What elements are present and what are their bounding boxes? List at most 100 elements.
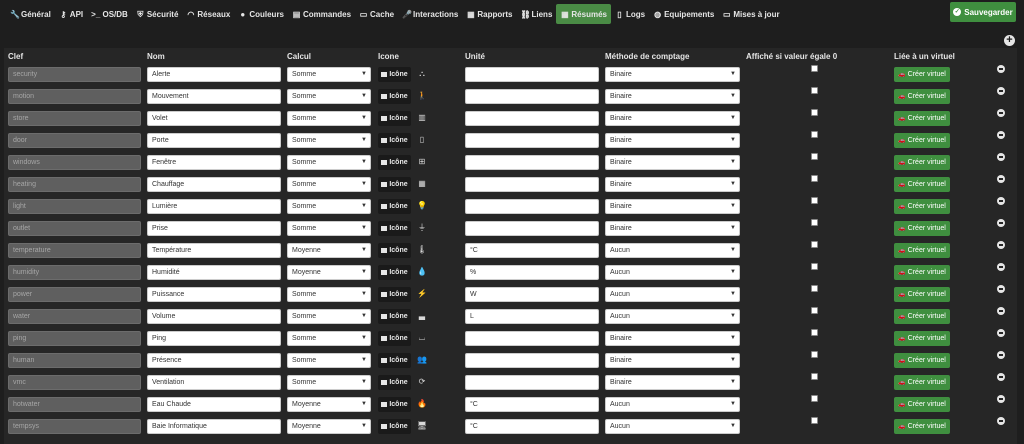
calc-select[interactable]: Somme ▼ — [287, 89, 371, 104]
count-mode-select[interactable]: Binaire ▼ — [605, 177, 740, 192]
calc-select[interactable]: Moyenne ▼ — [287, 243, 371, 258]
unit-input[interactable] — [465, 67, 599, 82]
create-virtual-button[interactable]: 🚗 Créer virtuel — [894, 309, 950, 324]
remove-row-icon[interactable] — [997, 131, 1005, 139]
remove-row-icon[interactable] — [997, 65, 1005, 73]
unit-input[interactable] — [465, 221, 599, 236]
count-mode-select[interactable]: Aucun ▼ — [605, 397, 740, 412]
create-virtual-button[interactable]: 🚗 Créer virtuel — [894, 89, 950, 104]
remove-row-icon[interactable] — [997, 175, 1005, 183]
name-input[interactable]: Fenêtre — [147, 155, 281, 170]
calc-select[interactable]: Somme ▼ — [287, 287, 371, 302]
count-mode-select[interactable]: Binaire ▼ — [605, 375, 740, 390]
create-virtual-button[interactable]: 🚗 Créer virtuel — [894, 287, 950, 302]
remove-row-icon[interactable] — [997, 263, 1005, 271]
remove-row-icon[interactable] — [997, 197, 1005, 205]
calc-select[interactable]: Somme ▼ — [287, 375, 371, 390]
tab-8[interactable]: 🎤 Interactions — [398, 4, 462, 24]
create-virtual-button[interactable]: 🚗 Créer virtuel — [894, 221, 950, 236]
count-mode-select[interactable]: Binaire ▼ — [605, 133, 740, 148]
choose-icon-button[interactable]: Icône — [378, 331, 411, 346]
name-input[interactable]: Ping — [147, 331, 281, 346]
remove-row-icon[interactable] — [997, 417, 1005, 425]
show-zero-checkbox[interactable] — [811, 219, 818, 226]
remove-row-icon[interactable] — [997, 373, 1005, 381]
name-input[interactable]: Volet — [147, 111, 281, 126]
choose-icon-button[interactable]: Icône — [378, 177, 411, 192]
calc-select[interactable]: Somme ▼ — [287, 111, 371, 126]
tab-14[interactable]: ▭ Mises à jour — [718, 4, 783, 24]
name-input[interactable]: Chauffage — [147, 177, 281, 192]
remove-row-icon[interactable] — [997, 285, 1005, 293]
add-summary-button[interactable]: + — [1004, 35, 1015, 46]
choose-icon-button[interactable]: Icône — [378, 243, 411, 258]
show-zero-checkbox[interactable] — [811, 241, 818, 248]
choose-icon-button[interactable]: Icône — [378, 133, 411, 148]
remove-row-icon[interactable] — [997, 329, 1005, 337]
name-input[interactable]: Puissance — [147, 287, 281, 302]
count-mode-select[interactable]: Aucun ▼ — [605, 309, 740, 324]
calc-select[interactable]: Moyenne ▼ — [287, 265, 371, 280]
create-virtual-button[interactable]: 🚗 Créer virtuel — [894, 375, 950, 390]
show-zero-checkbox[interactable] — [811, 285, 818, 292]
unit-input[interactable] — [465, 375, 599, 390]
count-mode-select[interactable]: Binaire ▼ — [605, 67, 740, 82]
tab-3[interactable]: ⛨ Sécurité — [132, 4, 183, 24]
remove-row-icon[interactable] — [997, 307, 1005, 315]
count-mode-select[interactable]: Binaire ▼ — [605, 89, 740, 104]
tab-6[interactable]: ▤ Commandes — [288, 4, 355, 24]
remove-row-icon[interactable] — [997, 241, 1005, 249]
name-input[interactable]: Température — [147, 243, 281, 258]
create-virtual-button[interactable]: 🚗 Créer virtuel — [894, 155, 950, 170]
choose-icon-button[interactable]: Icône — [378, 67, 411, 82]
count-mode-select[interactable]: Binaire ▼ — [605, 331, 740, 346]
unit-input[interactable] — [465, 331, 599, 346]
tab-9[interactable]: ▦ Rapports — [462, 4, 516, 24]
tab-10[interactable]: ⛓ Liens — [517, 4, 557, 24]
name-input[interactable]: Volume — [147, 309, 281, 324]
choose-icon-button[interactable]: Icône — [378, 265, 411, 280]
choose-icon-button[interactable]: Icône — [378, 419, 411, 434]
unit-input[interactable] — [465, 89, 599, 104]
show-zero-checkbox[interactable] — [811, 329, 818, 336]
count-mode-select[interactable]: Binaire ▼ — [605, 221, 740, 236]
show-zero-checkbox[interactable] — [811, 307, 818, 314]
show-zero-checkbox[interactable] — [811, 131, 818, 138]
show-zero-checkbox[interactable] — [811, 373, 818, 380]
create-virtual-button[interactable]: 🚗 Créer virtuel — [894, 397, 950, 412]
count-mode-select[interactable]: Aucun ▼ — [605, 265, 740, 280]
name-input[interactable]: Humidité — [147, 265, 281, 280]
show-zero-checkbox[interactable] — [811, 395, 818, 402]
tab-1[interactable]: ⚷ API — [55, 4, 87, 24]
show-zero-checkbox[interactable] — [811, 153, 818, 160]
unit-input[interactable]: °C — [465, 243, 599, 258]
calc-select[interactable]: Somme ▼ — [287, 199, 371, 214]
calc-select[interactable]: Somme ▼ — [287, 133, 371, 148]
create-virtual-button[interactable]: 🚗 Créer virtuel — [894, 177, 950, 192]
calc-select[interactable]: Somme ▼ — [287, 309, 371, 324]
calc-select[interactable]: Somme ▼ — [287, 67, 371, 82]
choose-icon-button[interactable]: Icône — [378, 111, 411, 126]
unit-input[interactable]: L — [465, 309, 599, 324]
create-virtual-button[interactable]: 🚗 Créer virtuel — [894, 331, 950, 346]
unit-input[interactable]: % — [465, 265, 599, 280]
name-input[interactable]: Porte — [147, 133, 281, 148]
tab-0[interactable]: 🔧 Général — [6, 4, 55, 24]
unit-input[interactable]: W — [465, 287, 599, 302]
calc-select[interactable]: Somme ▼ — [287, 353, 371, 368]
show-zero-checkbox[interactable] — [811, 197, 818, 204]
show-zero-checkbox[interactable] — [811, 351, 818, 358]
show-zero-checkbox[interactable] — [811, 109, 818, 116]
remove-row-icon[interactable] — [997, 153, 1005, 161]
create-virtual-button[interactable]: 🚗 Créer virtuel — [894, 243, 950, 258]
remove-row-icon[interactable] — [997, 109, 1005, 117]
tab-13[interactable]: ◍ Equipements — [649, 4, 718, 24]
choose-icon-button[interactable]: Icône — [378, 221, 411, 236]
unit-input[interactable] — [465, 155, 599, 170]
create-virtual-button[interactable]: 🚗 Créer virtuel — [894, 199, 950, 214]
name-input[interactable]: Présence — [147, 353, 281, 368]
choose-icon-button[interactable]: Icône — [378, 397, 411, 412]
calc-select[interactable]: Moyenne ▼ — [287, 397, 371, 412]
choose-icon-button[interactable]: Icône — [378, 375, 411, 390]
name-input[interactable]: Alerte — [147, 67, 281, 82]
